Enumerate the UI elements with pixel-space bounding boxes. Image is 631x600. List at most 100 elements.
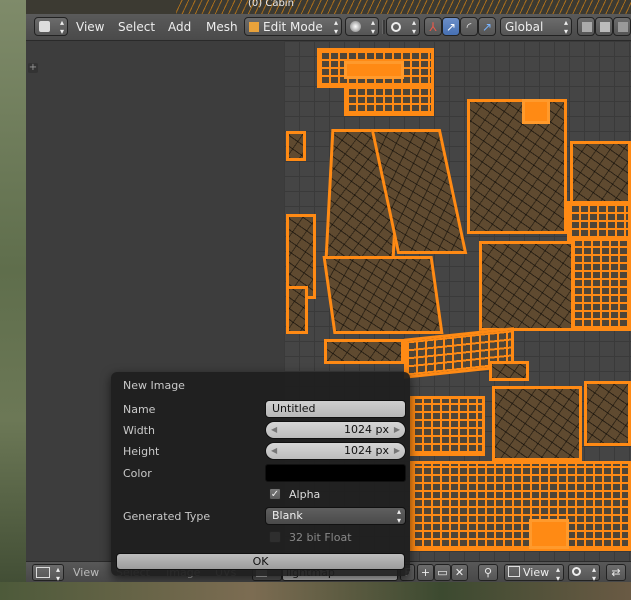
translate-toggle[interactable]: ↗ — [442, 17, 460, 36]
name-label: Name — [123, 403, 156, 416]
shading-sphere-icon — [350, 21, 361, 32]
viewport-mesh — [176, 0, 631, 14]
chevron-updown-icon: ▴ ▾ — [396, 507, 401, 525]
chevron-left-icon[interactable]: ◀ — [271, 443, 277, 459]
layer-button-3[interactable] — [613, 17, 631, 36]
dialog-title: New Image — [123, 379, 185, 392]
uv-island — [410, 461, 631, 551]
chevron-updown-icon: ▴ ▾ — [370, 18, 375, 36]
generated-type-dropdown[interactable]: Blank ▴ ▾ — [265, 507, 406, 525]
image-editor-icon — [36, 567, 50, 578]
editor-type-selector[interactable]: ▴ ▾ — [34, 17, 68, 36]
width-field[interactable]: ◀ 1024 px ▶ — [265, 421, 406, 439]
arrow-icon: ↗ — [445, 20, 457, 34]
rotate-toggle[interactable]: ◜ — [460, 17, 478, 36]
edge-select-icon — [600, 22, 610, 32]
menu-view[interactable]: View — [76, 18, 104, 36]
chevron-updown-icon: ▴ ▾ — [59, 18, 64, 36]
height-label: Height — [123, 445, 160, 458]
vertex-select-icon — [582, 22, 592, 32]
orientation-selector[interactable]: Global ▴ ▾ — [500, 17, 572, 36]
color-swatch[interactable] — [265, 464, 406, 482]
uv-island — [344, 61, 404, 79]
color-label: Color — [123, 467, 152, 480]
plus-icon: + — [420, 566, 431, 579]
chevron-right-icon[interactable]: ▶ — [394, 422, 400, 438]
uv-island — [410, 396, 485, 456]
ok-button[interactable]: OK — [116, 553, 405, 570]
desktop-background-left — [0, 0, 26, 600]
uv-island — [489, 361, 529, 381]
rotate-icon: ◜ — [466, 20, 472, 34]
top-header: ▴ ▾ View Select Add Mesh Edit Mode ▴ ▾ ▴ ▾ … — [26, 14, 631, 41]
uv-island — [344, 86, 434, 116]
pivot-selector[interactable]: ▴ ▾ — [568, 564, 600, 582]
editor-type-selector[interactable]: ▴ ▾ — [32, 564, 64, 582]
view-mode-label: View — [523, 566, 550, 579]
name-field[interactable]: Untitled — [265, 400, 406, 418]
manipulator-toggle[interactable]: ⅄ — [424, 17, 442, 36]
scale-icon: ↗ — [481, 20, 493, 34]
blender-window: (0) Cabin ▴ ▾ View Select Add Mesh Edit M… — [26, 0, 631, 582]
menu-mesh[interactable]: Mesh — [206, 18, 238, 36]
uv-island — [286, 131, 306, 161]
chevron-updown-icon: ▴ ▾ — [555, 565, 560, 582]
width-value: 1024 px — [344, 423, 389, 436]
menu-view[interactable]: View — [73, 565, 99, 581]
manipulator-icon: ⅄ — [429, 20, 437, 34]
height-field[interactable]: ◀ 1024 px ▶ — [265, 442, 406, 460]
width-label: Width — [123, 424, 155, 437]
chevron-updown-icon: ▴ ▾ — [563, 18, 568, 36]
edit-mode-icon — [249, 22, 259, 32]
alpha-label: Alpha — [289, 488, 321, 501]
face-select-icon — [618, 22, 628, 32]
chevron-right-icon[interactable]: ▶ — [394, 443, 400, 459]
chevron-updown-icon: ▴ ▾ — [591, 565, 596, 582]
pivot-icon — [391, 22, 401, 32]
shading-selector[interactable]: ▴ ▾ — [345, 17, 379, 36]
folder-icon: ▭ — [437, 566, 448, 579]
uv-island — [286, 286, 308, 334]
chevron-updown-icon: ▴ ▾ — [333, 18, 338, 36]
uv-island — [324, 339, 404, 364]
desktop-background-bottom — [0, 582, 631, 600]
plus-icon[interactable]: + — [28, 63, 38, 73]
new-image-dialog: New Image Name Untitled Width ◀ 1024 px … — [111, 372, 410, 576]
pivot-icon — [572, 567, 581, 576]
generated-type-label: Generated Type — [123, 510, 211, 523]
pin-icon: ⚲ — [483, 566, 493, 579]
uv-island — [522, 99, 550, 124]
alpha-checkbox[interactable]: ✓ — [269, 488, 281, 500]
new-image-button[interactable]: + — [417, 564, 434, 581]
generated-type-value: Blank — [272, 509, 303, 522]
layer-button-1[interactable] — [577, 17, 595, 36]
height-value: 1024 px — [344, 444, 389, 457]
layer-button-2[interactable] — [595, 17, 613, 36]
close-icon: ✕ — [454, 566, 465, 579]
cube-icon — [39, 21, 50, 32]
chevron-left-icon[interactable]: ◀ — [271, 422, 277, 438]
open-image-button[interactable]: ▭ — [434, 564, 451, 581]
uv-island — [467, 99, 567, 234]
pin-button[interactable]: ⚲ — [478, 564, 498, 581]
mode-selector[interactable]: Edit Mode ▴ ▾ — [244, 17, 342, 36]
menu-add[interactable]: Add — [168, 18, 191, 36]
image-view-icon — [508, 566, 520, 577]
view-mode-selector[interactable]: View ▴ ▾ — [504, 564, 564, 582]
chevron-updown-icon: ▴ ▾ — [411, 18, 416, 36]
mode-label: Edit Mode — [263, 20, 323, 34]
uv-island — [492, 386, 582, 461]
unlink-image-button[interactable]: ✕ — [451, 564, 468, 581]
checkmark-icon: ✓ — [270, 489, 280, 500]
sync-selection-button[interactable]: ⇄ — [606, 564, 626, 581]
uv-island — [567, 201, 631, 241]
uv-island — [479, 241, 574, 331]
float-checkbox[interactable] — [269, 531, 281, 543]
uv-island — [322, 256, 444, 334]
float-label: 32 bit Float — [289, 531, 352, 544]
menu-select[interactable]: Select — [118, 18, 155, 36]
pivot-selector[interactable]: ▴ ▾ — [386, 17, 420, 36]
chevron-updown-icon: ▴ ▾ — [55, 565, 60, 582]
3d-viewport[interactable]: (0) Cabin — [26, 0, 631, 14]
scale-toggle[interactable]: ↗ — [478, 17, 496, 36]
